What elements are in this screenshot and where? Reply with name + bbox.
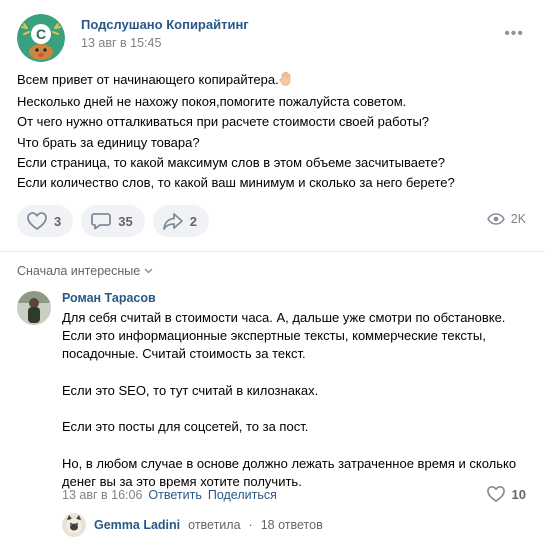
group-avatar[interactable]: C: [17, 14, 65, 62]
views-count: 2K: [510, 212, 526, 226]
comment-like-count: 10: [511, 486, 526, 502]
comment-meta: 13 авг в 16:06 Ответить Поделиться: [62, 488, 277, 502]
comment-author-avatar[interactable]: [17, 291, 51, 325]
group-logo-icon: C: [17, 14, 65, 62]
replies-count[interactable]: 18 ответов: [261, 518, 323, 532]
reply-thread[interactable]: Gemma Ladini ответила · 18 ответов: [62, 513, 323, 537]
avatar: [62, 513, 86, 537]
comment-text-line: посадочные. Считай стоимость за текст.: [62, 346, 306, 362]
comment-count: 35: [118, 213, 133, 229]
post-date[interactable]: 13 авг в 15:45: [81, 36, 161, 50]
reply-link[interactable]: Ответить: [148, 488, 201, 502]
avatar: [17, 291, 51, 325]
reply-action: ответила: [188, 518, 241, 532]
waving-hand-icon: [279, 71, 293, 92]
post-text-line: От чего нужно отталкиваться при расчете …: [17, 114, 430, 130]
views-counter: 2K: [486, 212, 526, 226]
comment-text: Для себя считай в стоимости часа. А, дал…: [62, 309, 532, 491]
comment-like-button[interactable]: 10: [486, 485, 526, 503]
more-options-icon[interactable]: •••: [504, 26, 524, 42]
share-link[interactable]: Поделиться: [208, 488, 277, 502]
comment-date[interactable]: 13 авг в 16:06: [62, 488, 142, 502]
post-text-line: Если страница, то какой максимум слов в …: [17, 154, 446, 170]
post-text-line: Что брать за единицу товара?: [17, 134, 200, 150]
comments-sort-toggle[interactable]: Сначала интересные: [17, 264, 153, 278]
eye-icon: [486, 213, 505, 225]
chevron-down-icon: [144, 268, 153, 274]
svg-text:C: C: [36, 26, 46, 42]
post-text-line: Всем привет от начинающего копирайтера.: [17, 70, 527, 92]
comment-text-line: [62, 436, 532, 454]
group-name[interactable]: Подслушано Копирайтинг: [81, 17, 249, 32]
post-text-line: Если количество слов, то какой ваш миним…: [17, 175, 455, 191]
comment-button[interactable]: 35: [81, 205, 145, 237]
comment-author[interactable]: Роман Тарасов: [62, 291, 156, 305]
heart-icon: [27, 212, 47, 230]
post-text-line-content: Всем привет от начинающего копирайтера.: [17, 72, 279, 87]
comment-text-line: Если это SEO, то тут считай в килознаках…: [62, 382, 319, 398]
share-button[interactable]: 2: [152, 205, 209, 237]
reply-separator: ·: [248, 518, 253, 532]
comment-text-line: Если это информационные экспертные текст…: [62, 328, 486, 344]
comment-text-line: [62, 400, 532, 418]
heart-icon: [486, 485, 505, 503]
post-text-line: Несколько дней не нахожу покоя,помогите …: [17, 94, 407, 110]
divider: [0, 251, 545, 252]
comment-text-line: Если это посты для соцсетей, то за пост.: [62, 419, 309, 435]
reply-author[interactable]: Gemma Ladini: [94, 518, 180, 532]
like-count: 3: [54, 213, 62, 229]
like-button[interactable]: 3: [17, 205, 74, 237]
comments-sort-label: Сначала интересные: [17, 264, 141, 278]
post-text: Всем привет от начинающего копирайтера. …: [17, 70, 527, 193]
share-icon: [162, 213, 183, 230]
reply-author-avatar[interactable]: [62, 513, 86, 537]
comment-icon: [91, 213, 112, 230]
comment-text-line: Для себя считай в стоимости часа. А, дал…: [62, 310, 506, 325]
comment-text-line: [62, 364, 532, 382]
post-actions: 3 35 2: [17, 205, 209, 237]
comment-text-line: Но, в любом случае в основе должно лежат…: [62, 455, 517, 471]
share-count: 2: [189, 213, 197, 229]
